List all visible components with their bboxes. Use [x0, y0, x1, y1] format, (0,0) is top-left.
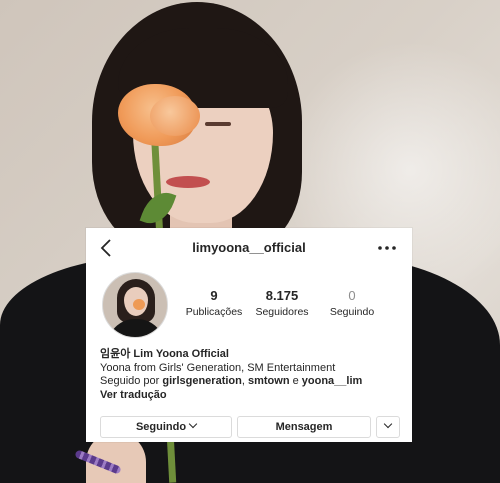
followed-by-account-3[interactable]: yoona__lim	[302, 375, 363, 387]
bio-text: Yoona from Girls' Generation, SM Enterta…	[100, 361, 336, 374]
stat-posts[interactable]: 9 Publicações	[176, 288, 252, 318]
followed-by-account-1[interactable]: girlsgeneration	[162, 375, 241, 387]
avatar[interactable]	[102, 272, 168, 338]
see-translation-link[interactable]: Ver tradução	[100, 389, 404, 403]
profile-card: limyoona__official 9 Publicações 8.175 S…	[86, 228, 412, 442]
following-button-label: Seguindo	[135, 421, 187, 433]
lips	[166, 176, 210, 188]
message-button[interactable]: Mensagem	[237, 416, 371, 438]
profile-bio: 임윤아 Lim Yoona Official Yoona from Girls'…	[100, 348, 404, 402]
chevron-down-icon	[188, 419, 198, 429]
stat-followers[interactable]: 8.175 Seguidores	[244, 288, 320, 318]
suggestions-dropdown-button[interactable]	[376, 416, 400, 438]
followed-by-prefix: Seguido por	[100, 375, 163, 387]
stat-followers-count: 8.175	[265, 288, 299, 303]
message-button-label: Mensagem	[275, 421, 333, 433]
followed-by-separator-2: e	[289, 375, 302, 387]
chevron-down-icon	[383, 419, 393, 429]
stat-following[interactable]: 0 Seguindo	[314, 288, 390, 318]
stat-posts-count: 9	[210, 288, 218, 303]
followed-by: Seguido por girlsgeneration, smtown e yo…	[100, 375, 404, 389]
rose-petals	[150, 96, 200, 136]
stat-posts-label: Publicações	[185, 306, 243, 318]
more-horizontal-icon[interactable]	[376, 240, 398, 256]
avatar-rose	[133, 299, 145, 310]
profile-header: limyoona__official	[86, 228, 412, 268]
closed-eye	[205, 122, 231, 126]
profile-username: limyoona__official	[192, 240, 306, 255]
avatar-body	[107, 319, 165, 337]
followed-by-account-2[interactable]: smtown	[248, 375, 290, 387]
stat-followers-label: Seguidores	[255, 306, 309, 318]
stat-following-label: Seguindo	[329, 306, 375, 318]
stat-following-count: 0	[348, 288, 356, 303]
display-name: 임윤아 Lim Yoona Official	[100, 348, 229, 360]
following-button[interactable]: Seguindo	[100, 416, 232, 438]
profile-stats: 9 Publicações 8.175 Seguidores 0 Seguind…	[180, 288, 400, 328]
